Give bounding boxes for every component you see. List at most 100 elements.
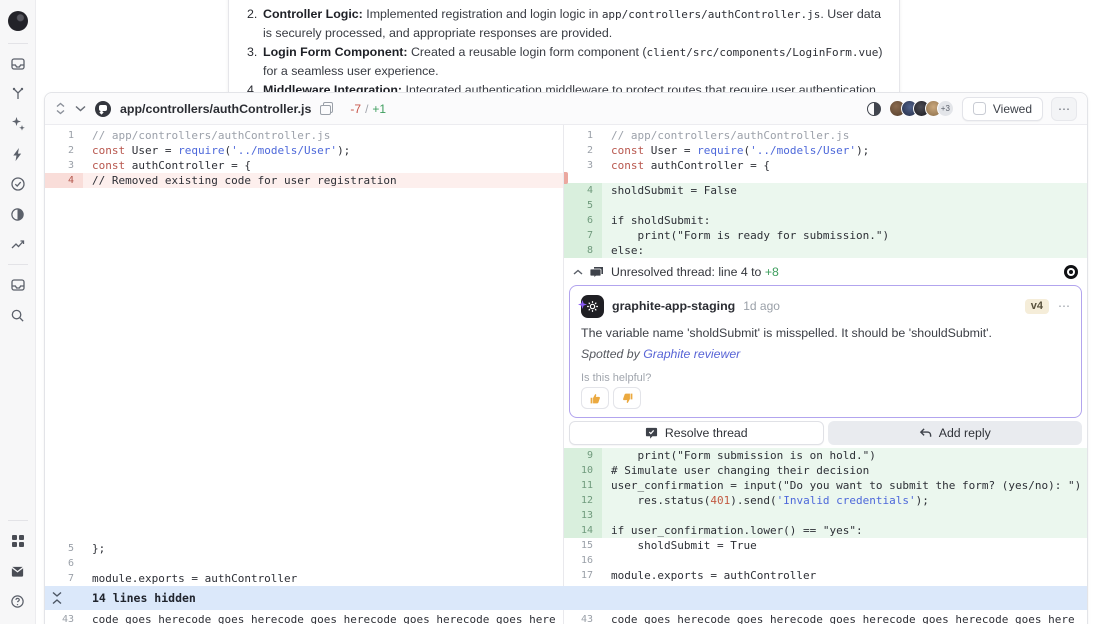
code-line[interactable]: 15 sholdSubmit = True (564, 538, 1087, 553)
line-number[interactable]: 43 (564, 612, 602, 624)
line-number[interactable]: 1 (564, 128, 602, 143)
line-number[interactable]: 3 (564, 158, 602, 173)
code-line[interactable]: 8else: (564, 243, 1087, 258)
line-number[interactable]: 15 (564, 538, 602, 553)
ai-sparkles-icon[interactable] (6, 112, 30, 136)
code-text: user_confirmation = input("Do you want t… (602, 478, 1087, 493)
hidden-lines-band[interactable]: 14 lines hidden (45, 586, 1087, 610)
code-line[interactable]: 14if user_confirmation.lower() == "yes": (564, 523, 1087, 538)
graphite-reviewer-link[interactable]: Graphite reviewer (643, 347, 740, 361)
resolve-thread-button[interactable]: Resolve thread (569, 421, 824, 445)
code-line[interactable]: 13 (564, 508, 1087, 523)
code-line[interactable]: 5 (564, 198, 1087, 213)
line-number[interactable]: 43 (45, 612, 83, 624)
code-line[interactable]: 5}; (45, 541, 563, 556)
line-number[interactable]: 7 (564, 228, 602, 243)
code-line[interactable]: 43code goes herecode goes herecode goes … (45, 612, 563, 624)
code-line[interactable]: 10# Simulate user changing their decisio… (564, 463, 1087, 478)
list-number: 3. (247, 43, 263, 81)
description-item: 3. Login Form Component: Created a reusa… (247, 43, 883, 81)
copy-path-icon[interactable] (320, 102, 333, 115)
viewed-checkbox[interactable] (973, 102, 986, 115)
checks-circle-icon[interactable] (6, 172, 30, 196)
code-text: // app/controllers/authController.js (83, 128, 563, 143)
drag-handle-icon[interactable] (55, 102, 66, 115)
line-number[interactable]: 10 (564, 463, 602, 478)
code-line[interactable]: 12 res.status(401).send('Invalid credent… (564, 493, 1087, 508)
line-number[interactable]: 16 (564, 553, 602, 568)
code-line[interactable]: 16 (564, 553, 1087, 568)
inbox-secondary-icon[interactable] (6, 273, 30, 297)
graphite-logo-icon[interactable] (6, 11, 30, 35)
code-line[interactable]: 7module.exports = authController (45, 571, 563, 586)
line-number[interactable]: 4 (564, 183, 602, 198)
unresolved-status-icon[interactable] (1064, 265, 1078, 279)
code-line[interactable]: 6if sholdSubmit: (564, 213, 1087, 228)
comment-author[interactable]: graphite-app-staging (612, 299, 735, 313)
apps-grid-icon[interactable] (6, 529, 30, 553)
file-more-button[interactable]: ⋯ (1051, 97, 1077, 121)
code-line[interactable]: 2const User = require('../models/User'); (45, 143, 563, 158)
code-line[interactable]: 4sholdSubmit = False (564, 183, 1087, 198)
line-number[interactable]: 1 (45, 128, 83, 143)
coverage-half-circle-icon[interactable] (6, 202, 30, 226)
reply-arrow-icon (919, 427, 932, 439)
code-text: if sholdSubmit: (602, 213, 1087, 228)
line-number[interactable]: 2 (45, 143, 83, 158)
feedback-mail-icon[interactable] (6, 559, 30, 583)
code-line[interactable]: 3const authController = { (564, 158, 1087, 173)
code-line[interactable]: 6 (45, 556, 563, 571)
line-number[interactable]: 7 (45, 571, 83, 586)
code-line[interactable]: 2const User = require('../models/User'); (564, 143, 1087, 158)
split-view-toggle-icon[interactable] (867, 102, 881, 116)
reviewer-avatars[interactable]: +3 (889, 100, 954, 117)
code-line[interactable]: 11user_confirmation = input("Do you want… (564, 478, 1087, 493)
collapse-thread-chevron-icon[interactable] (573, 269, 583, 275)
inbox-icon[interactable] (6, 52, 30, 76)
thumbs-up-button[interactable] (581, 387, 609, 409)
comment-more-button[interactable]: ⋯ (1058, 299, 1070, 313)
line-number[interactable]: 12 (564, 493, 602, 508)
right-pane: 1// app/controllers/authController.js2co… (563, 125, 1087, 586)
code-line[interactable]: 17module.exports = authController (564, 568, 1087, 583)
line-number[interactable]: 17 (564, 568, 602, 583)
code-line[interactable]: 7 print("Form is ready for submission.") (564, 228, 1087, 243)
help-icon[interactable] (6, 589, 30, 613)
line-number[interactable]: 6 (45, 556, 83, 571)
line-number[interactable]: 14 (564, 523, 602, 538)
line-number[interactable]: 6 (564, 213, 602, 228)
viewed-toggle[interactable]: Viewed (962, 97, 1043, 121)
helpful-prompt: Is this helpful? (581, 372, 1070, 384)
description-text: Controller Logic: Implemented registrati… (263, 5, 883, 43)
line-number[interactable]: 9 (564, 448, 602, 463)
insights-trend-icon[interactable] (6, 232, 30, 256)
version-badge[interactable]: v4 (1025, 299, 1049, 314)
automations-bolt-icon[interactable] (6, 142, 30, 166)
line-number[interactable]: 3 (45, 158, 83, 173)
right-pane-bottom: 43code goes herecode goes herecode goes … (563, 610, 1087, 624)
search-icon[interactable] (6, 303, 30, 327)
code-line[interactable]: 1// app/controllers/authController.js (45, 128, 563, 143)
line-number[interactable]: 5 (564, 198, 602, 213)
code-line[interactable]: 43code goes herecode goes herecode goes … (564, 612, 1087, 624)
line-number[interactable]: 11 (564, 478, 602, 493)
code-line[interactable]: 4// Removed existing code for user regis… (45, 173, 563, 188)
line-number[interactable]: 8 (564, 243, 602, 258)
avatar-overflow-badge[interactable]: +3 (937, 100, 954, 117)
expand-down-icon[interactable] (52, 591, 62, 598)
code-line[interactable]: 3const authController = { (45, 158, 563, 173)
graphite-comment-icon[interactable] (95, 101, 111, 117)
file-path[interactable]: app/controllers/authController.js (120, 102, 311, 116)
add-reply-button[interactable]: Add reply (828, 421, 1083, 445)
line-number[interactable]: 13 (564, 508, 602, 523)
line-number[interactable]: 5 (45, 541, 83, 556)
merge-queue-icon[interactable] (6, 82, 30, 106)
code-line[interactable]: 1// app/controllers/authController.js (564, 128, 1087, 143)
expand-up-icon[interactable] (52, 598, 62, 605)
file-header: app/controllers/authController.js -7 / +… (45, 93, 1087, 125)
code-line[interactable]: 9 print("Form submission is on hold.") (564, 448, 1087, 463)
collapse-chevron-icon[interactable] (75, 105, 86, 112)
thumbs-down-button[interactable] (613, 387, 641, 409)
line-number[interactable]: 2 (564, 143, 602, 158)
line-number[interactable]: 4 (45, 173, 83, 188)
